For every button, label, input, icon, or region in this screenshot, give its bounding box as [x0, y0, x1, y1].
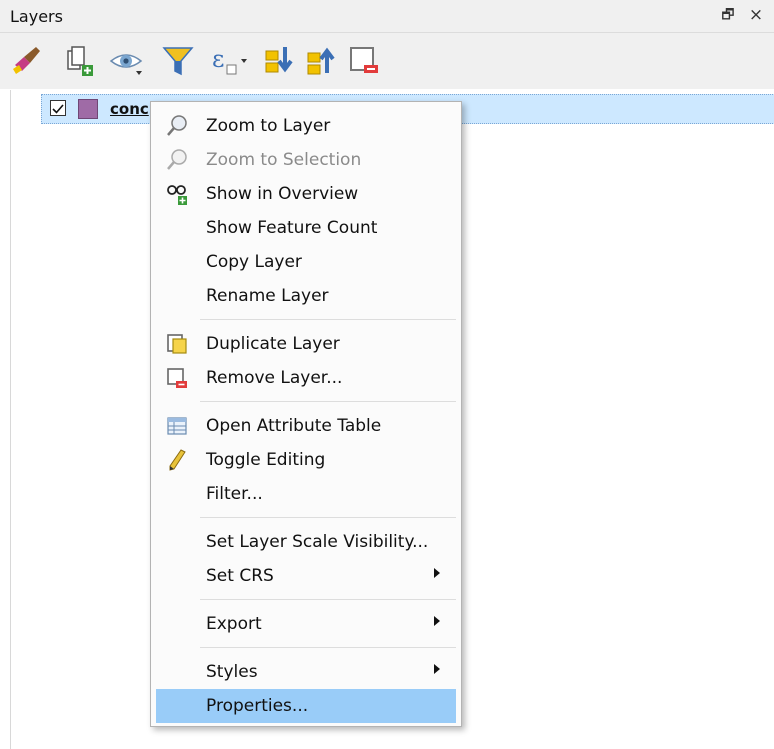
menu-separator [200, 319, 456, 320]
pencil-icon [165, 448, 189, 472]
menu-item-show-in-overview[interactable]: Show in Overview [156, 177, 456, 211]
filter-expression-icon[interactable]: ε [210, 43, 247, 79]
submenu-arrow-icon [434, 616, 440, 626]
layers-panel-titlebar: Layers 🗗 × [0, 0, 774, 33]
menu-item-set-crs[interactable]: Set CRS [156, 559, 456, 593]
menu-item-zoom-to-selection[interactable]: Zoom to Selection [156, 143, 456, 177]
panel-title: Layers [10, 7, 63, 26]
menu-item-styles[interactable]: Styles [156, 655, 456, 689]
layer-context-menu: Zoom to Layer Zoom to Selection Show in … [150, 101, 462, 727]
menu-item-duplicate-layer[interactable]: Duplicate Layer [156, 327, 456, 361]
menu-item-label: Show in Overview [206, 184, 359, 204]
menu-item-rename-layer[interactable]: Rename Layer [156, 279, 456, 313]
menu-item-label: Rename Layer [206, 286, 329, 306]
menu-separator [200, 517, 456, 518]
menu-item-copy-layer[interactable]: Copy Layer [156, 245, 456, 279]
menu-separator [200, 599, 456, 600]
remove-layer-icon [165, 366, 189, 390]
layer-name: conc [110, 100, 149, 118]
menu-item-label: Duplicate Layer [206, 334, 340, 354]
menu-item-label: Set CRS [206, 566, 274, 586]
menu-item-label: Filter... [206, 484, 263, 504]
menu-item-label: Remove Layer... [206, 368, 343, 388]
menu-item-export[interactable]: Export [156, 607, 456, 641]
menu-item-label: Set Layer Scale Visibility... [206, 532, 429, 552]
overview-icon [165, 182, 189, 206]
menu-item-label: Properties... [206, 696, 309, 716]
menu-item-label: Zoom to Selection [206, 150, 362, 170]
menu-item-label: Toggle Editing [206, 450, 326, 470]
remove-layer-icon[interactable] [346, 43, 382, 79]
zoom-selection-icon [165, 148, 189, 172]
layers-toolbar: ε [0, 33, 774, 89]
menu-item-filter[interactable]: Filter... [156, 477, 456, 511]
menu-item-zoom-to-layer[interactable]: Zoom to Layer [156, 109, 456, 143]
submenu-arrow-icon [434, 664, 440, 674]
style-brush-icon[interactable] [10, 43, 46, 79]
submenu-arrow-icon [434, 568, 440, 578]
menu-item-open-attribute-table[interactable]: Open Attribute Table [156, 409, 456, 443]
collapse-all-icon[interactable] [304, 43, 340, 79]
menu-item-label: Copy Layer [206, 252, 302, 272]
menu-item-label: Styles [206, 662, 258, 682]
menu-item-label: Zoom to Layer [206, 116, 331, 136]
attribute-table-icon [165, 414, 189, 438]
menu-item-label: Open Attribute Table [206, 416, 382, 436]
menu-item-properties[interactable]: Properties... [156, 689, 456, 723]
menu-item-toggle-editing[interactable]: Toggle Editing [156, 443, 456, 477]
layer-color-swatch [78, 99, 98, 119]
expand-all-icon[interactable] [262, 43, 298, 79]
float-panel-icon[interactable]: 🗗 [718, 4, 738, 26]
menu-separator [200, 401, 456, 402]
menu-item-show-feature-count[interactable]: Show Feature Count [156, 211, 456, 245]
add-group-icon[interactable] [60, 43, 96, 79]
menu-item-label: Show Feature Count [206, 218, 378, 238]
menu-separator [200, 647, 456, 648]
menu-item-label: Export [206, 614, 262, 634]
menu-item-set-layer-scale-visibility[interactable]: Set Layer Scale Visibility... [156, 525, 456, 559]
zoom-layer-icon [165, 114, 189, 138]
manage-visibility-icon[interactable] [108, 43, 144, 79]
svg-text:ε: ε [212, 45, 224, 73]
menu-item-remove-layer[interactable]: Remove Layer... [156, 361, 456, 395]
duplicate-layer-icon [165, 332, 189, 356]
layer-visibility-checkbox[interactable] [50, 100, 66, 116]
filter-legend-icon[interactable] [160, 43, 196, 79]
close-panel-icon[interactable]: × [746, 4, 766, 26]
